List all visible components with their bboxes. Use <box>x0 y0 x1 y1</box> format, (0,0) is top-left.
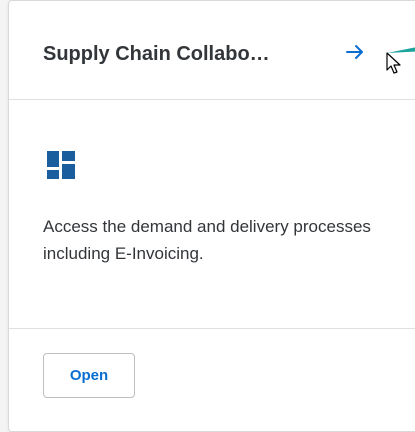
app-card[interactable]: Supply Chain Collabo… Access the demand … <box>8 0 415 432</box>
open-button[interactable]: Open <box>43 353 135 398</box>
mouse-pointer-icon <box>386 52 401 74</box>
card-description: Access the demand and delivery processes… <box>43 217 371 263</box>
arrow-right-icon[interactable] <box>344 41 366 63</box>
card-title: Supply Chain Collabo… <box>43 43 270 65</box>
card-body: Access the demand and delivery processes… <box>9 100 415 328</box>
tiles-grid-icon <box>47 151 75 179</box>
card-header: Supply Chain Collabo… <box>9 1 415 100</box>
card-footer: Open <box>9 328 415 431</box>
